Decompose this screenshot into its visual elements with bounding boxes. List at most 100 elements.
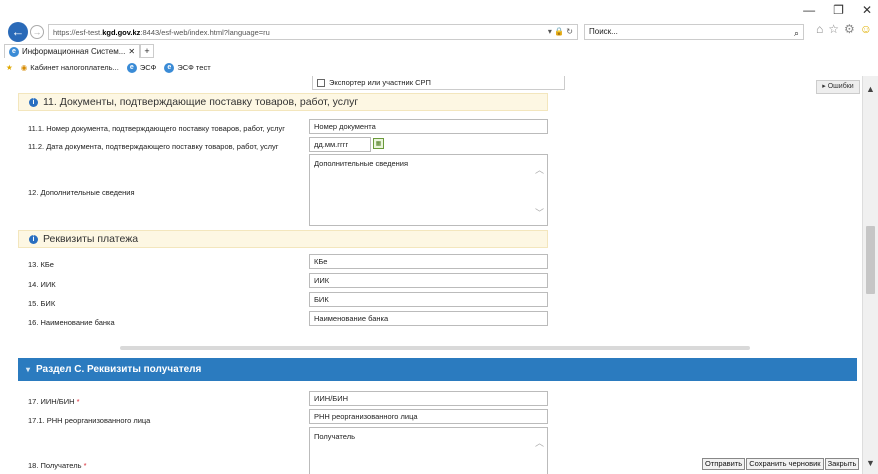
iik-label: 14. ИИК	[28, 280, 56, 289]
favorite-page-icon: ◉	[20, 63, 28, 72]
favorite-link-esf[interactable]: e ЭСФ	[126, 62, 157, 73]
bank-name-input[interactable]: Наименование банка	[309, 311, 548, 326]
exporter-checkbox-row[interactable]: Экспортер или участник СРП	[312, 76, 565, 90]
payment-details-header: i Реквизиты платежа	[18, 230, 548, 248]
doc-date-placeholder: дд.мм.гггг	[314, 140, 349, 149]
section-c-header[interactable]: ▾ Раздел С. Реквизиты получателя	[18, 358, 857, 381]
ie-page-icon: e	[9, 46, 19, 57]
chevron-up-icon[interactable]: ︿	[535, 163, 544, 176]
caret-down-icon: ▾	[26, 365, 31, 374]
close-button[interactable]: Закрыть	[824, 458, 860, 470]
save-draft-button[interactable]: Сохранить черновик	[746, 458, 824, 470]
chevron-down-icon[interactable]: ▼	[866, 458, 875, 468]
send-button[interactable]: Отправить	[702, 458, 746, 470]
window-controls: — ❐ ✕	[803, 3, 872, 17]
doc-number-input[interactable]: Номер документа	[309, 119, 548, 134]
page-scrollbar[interactable]: ▲ ▼	[862, 76, 878, 474]
address-icons[interactable]: ▾ 🔒 ↻	[548, 27, 573, 36]
favorites-star-icon[interactable]: ☆	[828, 22, 839, 36]
window-titlebar: — ❐ ✕	[0, 0, 878, 22]
doc-date-input[interactable]: дд.мм.гггг	[309, 137, 371, 152]
browser-tab[interactable]: e Информационная Систем... ✕	[4, 44, 141, 58]
iik-placeholder: ИИК	[314, 276, 330, 285]
ie-page-icon: e	[126, 62, 137, 73]
kbe-placeholder: КБе	[314, 257, 328, 266]
section-11-title: 11. Документы, подтверждающие поставку т…	[43, 96, 359, 108]
iin-input[interactable]: ИИН/БИН	[309, 391, 548, 406]
url-prefix: https://esf-test.	[53, 27, 103, 37]
close-window-button[interactable]: ✕	[862, 3, 872, 17]
favorites-bar: ★ ◉ Кабинет налогоплатель... e ЭСФ e ЭСФ…	[0, 60, 878, 75]
additional-info-label: 12. Дополнительные сведения	[28, 188, 135, 197]
additional-info-placeholder: Дополнительные сведения	[314, 159, 409, 168]
minimize-button[interactable]: —	[803, 3, 815, 17]
forward-button[interactable]: →	[30, 25, 44, 39]
panel-shadow	[120, 346, 750, 350]
new-tab-button[interactable]: +	[140, 44, 154, 58]
action-buttons: Отправить Сохранить черновик Закрыть	[702, 458, 860, 470]
additional-info-textarea[interactable]: Дополнительные сведения ︿ ﹀	[309, 154, 548, 226]
iin-label-text: 17. ИИН/БИН	[28, 397, 75, 406]
address-bar[interactable]: https://esf-test. kgd.gov.kz:8443/esf-web…	[48, 24, 578, 40]
exporter-checkbox-label: Экспортер или участник СРП	[329, 78, 431, 87]
iin-label: 17. ИИН/БИН *	[28, 397, 80, 406]
bank-name-label: 16. Наименование банка	[28, 318, 115, 327]
bik-label: 15. БИК	[28, 299, 56, 308]
doc-number-placeholder: Номер документа	[314, 122, 376, 131]
page-content: Экспортер или участник СРП i 11. Докумен…	[0, 76, 862, 474]
tab-close-icon[interactable]: ✕	[128, 47, 135, 56]
smiley-icon[interactable]: ☺	[860, 22, 872, 36]
recipient-textarea[interactable]: Получатель ︿	[309, 427, 548, 474]
chevron-up-icon[interactable]: ︿	[535, 436, 544, 449]
search-icon[interactable]: ⌕	[794, 26, 799, 40]
form-panel: Экспортер или участник СРП i 11. Докумен…	[18, 76, 565, 348]
bik-input[interactable]: БИК	[309, 292, 548, 307]
bik-placeholder: БИК	[314, 295, 329, 304]
favorite-link-cabinet[interactable]: ◉ Кабинет налогоплатель...	[21, 63, 119, 72]
favorite-label: Кабинет налогоплатель...	[30, 63, 119, 72]
recipient-label-text: 18. Получатель	[28, 461, 82, 470]
kbe-label: 13. КБе	[28, 260, 54, 269]
restore-button[interactable]: ❐	[833, 3, 844, 17]
search-input[interactable]: Поиск... ⌕	[584, 24, 804, 40]
required-mark: *	[76, 397, 80, 406]
required-mark: *	[83, 461, 87, 470]
doc-number-label: 11.1. Номер документа, подтверждающего п…	[28, 124, 285, 133]
rnn-input[interactable]: РНН реорганизованного лица	[309, 409, 548, 424]
home-icon[interactable]: ⌂	[816, 22, 823, 36]
browser-navbar: ← → https://esf-test. kgd.gov.kz:8443/esf…	[0, 20, 878, 44]
kbe-input[interactable]: КБе	[309, 254, 548, 269]
rnn-label: 17.1. РНН реорганизованного лица	[28, 416, 151, 425]
ie-page-icon: e	[164, 62, 175, 73]
section-c-title: Раздел С. Реквизиты получателя	[36, 364, 202, 375]
gear-icon[interactable]: ⚙	[844, 22, 855, 36]
bank-name-placeholder: Наименование банка	[314, 314, 389, 323]
chevron-down-icon[interactable]: ﹀	[535, 206, 544, 219]
favorite-link-esf-test[interactable]: e ЭСФ тест	[164, 62, 211, 73]
recipient-placeholder: Получатель	[314, 432, 355, 441]
payment-details-title: Реквизиты платежа	[43, 233, 139, 245]
iin-placeholder: ИИН/БИН	[314, 394, 349, 403]
errors-tab[interactable]: ▸ Ошибки	[816, 80, 860, 94]
url-domain: kgd.gov.kz	[102, 27, 141, 37]
iik-input[interactable]: ИИК	[309, 273, 548, 288]
info-icon: i	[29, 97, 38, 107]
rnn-placeholder: РНН реорганизованного лица	[314, 412, 418, 421]
tab-title: Информационная Систем...	[22, 47, 126, 56]
scrollbar-thumb[interactable]	[866, 226, 875, 294]
back-button[interactable]: ←	[8, 22, 28, 42]
favorites-star-icon[interactable]: ★	[6, 63, 13, 72]
search-placeholder: Поиск...	[589, 27, 618, 36]
calendar-icon[interactable]: ▦	[373, 138, 384, 149]
recipient-label: 18. Получатель *	[28, 461, 87, 470]
favorite-label: ЭСФ	[139, 63, 157, 72]
chevron-up-icon[interactable]: ▲	[866, 84, 875, 94]
toolbar-icons: ⌂ ☆ ⚙ ☺	[816, 22, 872, 36]
tab-bar: e Информационная Систем... ✕ +	[0, 44, 878, 59]
info-icon: i	[29, 234, 38, 244]
url-rest: :8443/esf-web/index.html?language=ru	[140, 27, 270, 37]
doc-date-label: 11.2. Дата документа, подтверждающего по…	[28, 142, 279, 151]
favorite-label: ЭСФ тест	[177, 63, 211, 72]
section-11-header: i 11. Документы, подтверждающие поставку…	[18, 93, 548, 111]
exporter-checkbox[interactable]	[317, 78, 325, 87]
